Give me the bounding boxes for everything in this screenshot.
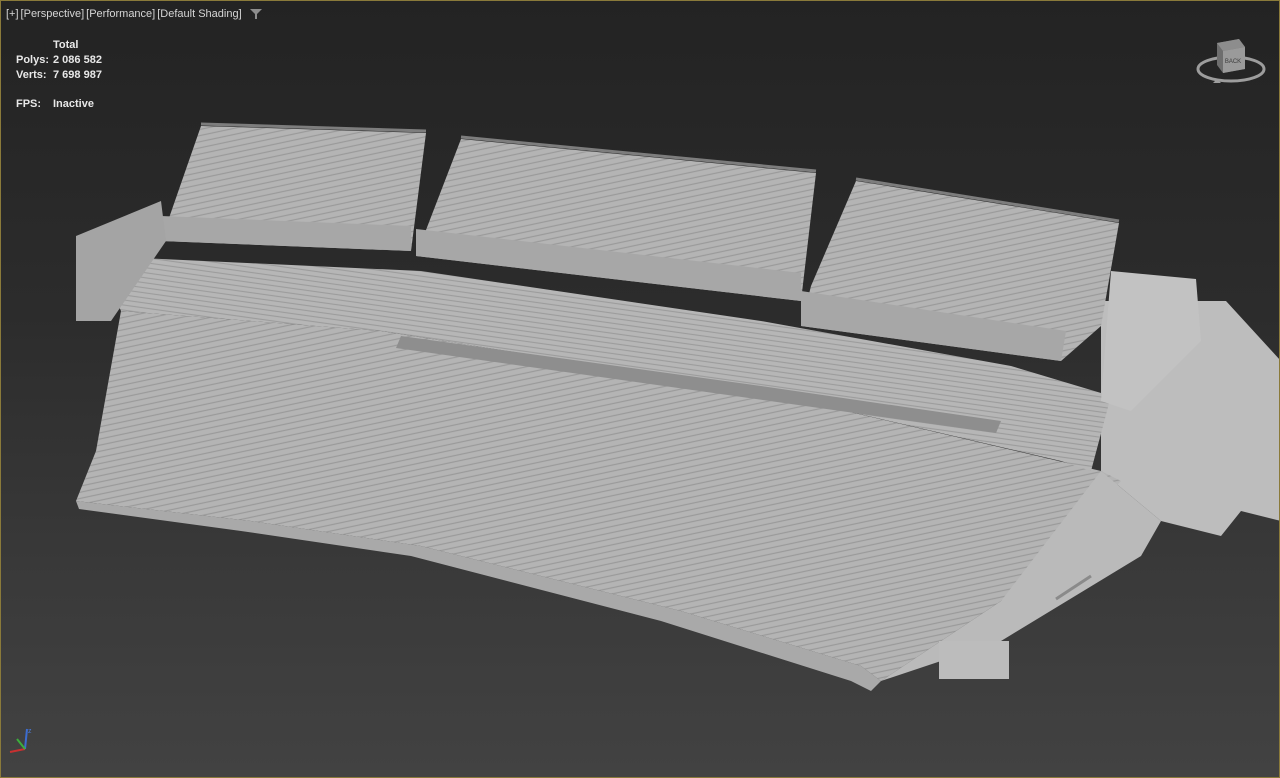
verts-value: 7 698 987 xyxy=(53,69,102,81)
viewport-label-menu[interactable]: [+] [Perspective] [Performance] [Default… xyxy=(6,8,262,20)
viewport-general-menu[interactable]: [+] xyxy=(6,8,19,20)
polys-label: Polys: xyxy=(16,54,50,66)
viewport-shading-menu[interactable]: [Default Shading] xyxy=(157,8,241,20)
xyz-axis-icon: z xyxy=(9,728,32,753)
polys-value: 2 086 582 xyxy=(53,54,102,66)
viewcube-icon[interactable]: BACK xyxy=(1195,35,1267,89)
viewport-performance-menu[interactable]: [Performance] xyxy=(86,8,155,20)
verts-label: Verts: xyxy=(16,69,47,81)
stats-header: Total xyxy=(53,39,79,51)
perspective-viewport[interactable]: [+] [Perspective] [Performance] [Default… xyxy=(0,0,1280,778)
fps-label: FPS: xyxy=(16,98,42,110)
service-box xyxy=(939,641,1009,679)
viewport-statistics: Total Polys: 2 086 582 Verts: 7 698 987 FP… xyxy=(16,38,102,112)
viewport-point-of-view-menu[interactable]: [Perspective] xyxy=(21,8,85,20)
funnel-icon[interactable] xyxy=(249,8,262,20)
stadium-model[interactable] xyxy=(1,1,1280,778)
z-axis-label: z xyxy=(28,728,32,735)
fps-value: Inactive xyxy=(53,98,94,110)
viewcube-face-label: BACK xyxy=(1225,59,1241,65)
